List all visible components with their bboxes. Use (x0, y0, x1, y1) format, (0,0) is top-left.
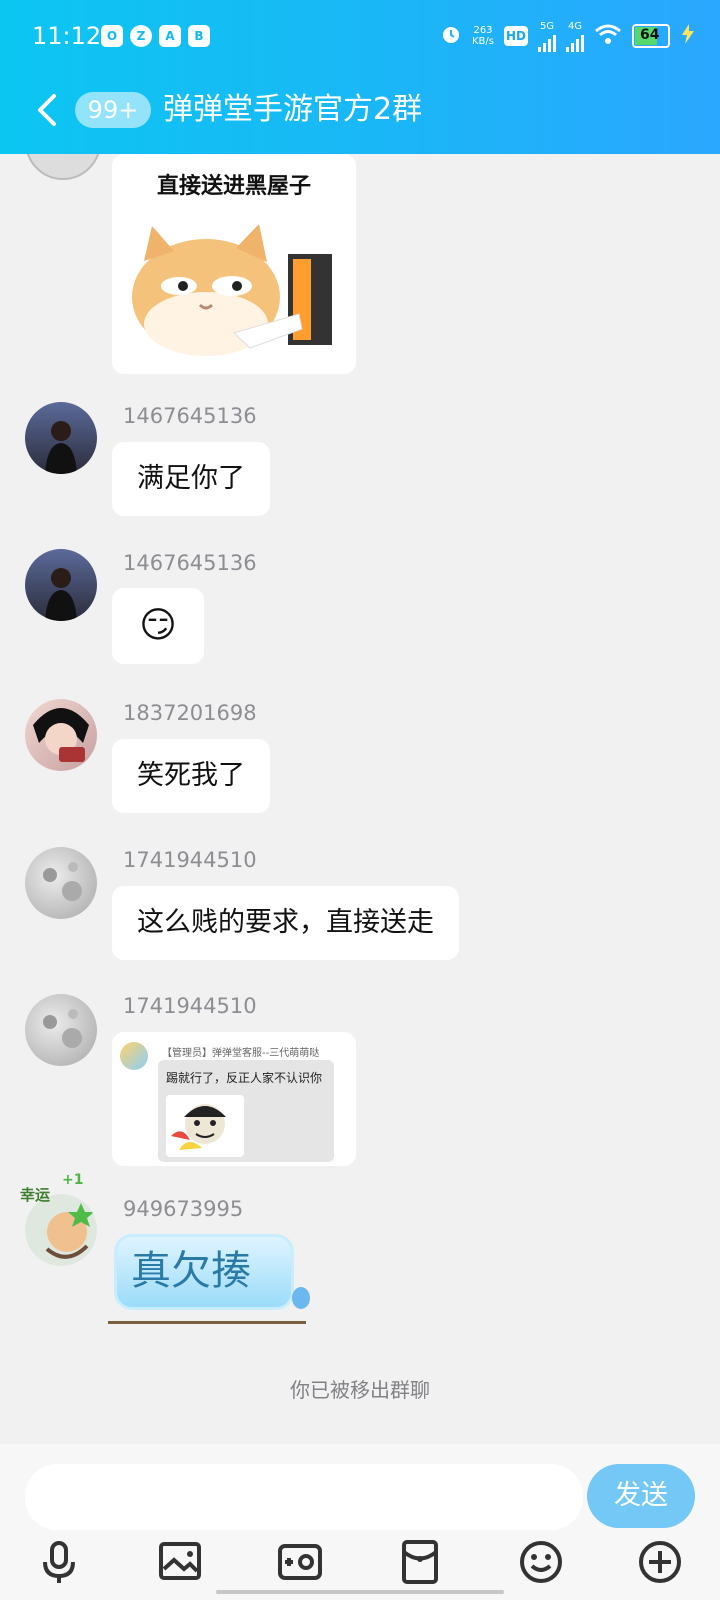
hd-icon: HD (504, 26, 528, 46)
message-input[interactable] (25, 1464, 583, 1530)
avatar[interactable] (25, 402, 97, 474)
admin-avatar (120, 1042, 148, 1070)
signal-bars-icon (538, 32, 556, 52)
alarm-icon (440, 23, 462, 49)
avatar[interactable] (25, 549, 97, 621)
bird-icon (292, 1287, 310, 1309)
message-sender: 1467645136 (123, 551, 257, 575)
avatar[interactable] (25, 154, 101, 180)
app-notification-icon: O (101, 25, 123, 47)
meme-face-image (166, 1095, 244, 1157)
text-message[interactable]: 满足你了 (112, 442, 270, 516)
cat-sticker-image (132, 224, 332, 356)
avatar[interactable] (25, 847, 97, 919)
battery-icon: 64 (632, 24, 670, 48)
avatar-label: 幸运 (20, 1186, 51, 1204)
network-speed: 263 KB/s (472, 25, 494, 47)
camera-button[interactable] (276, 1538, 324, 1586)
quote-card: 踢就行了，反正人家不认识你 (158, 1060, 334, 1162)
text-sticker-branch (108, 1321, 306, 1324)
back-button[interactable] (34, 92, 62, 128)
system-note: 你已被移出群聊 (290, 1378, 430, 1402)
text-message[interactable]: 这么贱的要求，直接送走 (112, 886, 459, 960)
message-sender: 949673995 (123, 1197, 244, 1221)
unread-badge[interactable]: 99+ (75, 92, 151, 128)
avatar-badge: +1 (62, 1172, 84, 1188)
app-notification-icon: B (188, 25, 210, 47)
status-bar: 11:12 O Z A B 263 KB/s HD 5G 4G 64 (0, 0, 720, 76)
signal-5g: 5G (538, 21, 556, 52)
chat-message-list[interactable]: 直接送进黑屋子 1467645136 满足你了 1467645136 😏 183… (0, 154, 720, 1444)
home-indicator[interactable] (216, 1590, 504, 1594)
emoji-icon (520, 1541, 562, 1583)
voice-button[interactable] (35, 1538, 83, 1586)
text-sticker-message[interactable]: 真欠揍 (108, 1234, 312, 1324)
input-bar: 发送 (0, 1444, 720, 1600)
image-button[interactable] (156, 1538, 204, 1586)
anime-avatar-image (33, 708, 89, 762)
back-icon (38, 94, 56, 126)
emoji-message[interactable]: 😏 (112, 588, 204, 664)
wifi-icon (594, 23, 622, 49)
more-options-button[interactable] (636, 1538, 684, 1586)
sticker-caption: 直接送进黑屋子 (156, 174, 311, 199)
status-time: 11:12 (32, 22, 102, 50)
plus-icon (639, 1541, 681, 1583)
quoted-image-message[interactable]: 【管理员】弹弹堂客服--三代萌萌哒 踢就行了，反正人家不认识你 (112, 1032, 356, 1166)
message-sender: 1741944510 (123, 848, 257, 872)
emoji-button[interactable] (517, 1538, 565, 1586)
send-button[interactable]: 发送 (587, 1464, 695, 1528)
quote-title: 【管理员】弹弹堂客服--三代萌萌哒 (162, 1048, 320, 1059)
person-avatar-image (45, 568, 77, 621)
group-title[interactable]: 弹弹堂手游官方2群 (163, 88, 422, 132)
red-packet-icon (402, 1540, 438, 1584)
charging-icon (680, 24, 696, 48)
signal-bars-icon (566, 32, 584, 52)
chat-header: 11:12 O Z A B 263 KB/s HD 5G 4G 64 99+ 弹… (0, 0, 720, 154)
moon-avatar-image (43, 862, 82, 901)
message-sender: 1741944510 (123, 994, 257, 1018)
image-icon (159, 1542, 201, 1580)
message-sender: 1467645136 (123, 404, 257, 428)
avatar[interactable] (25, 699, 97, 771)
red-packet-button[interactable] (396, 1538, 444, 1586)
app-notification-icon: Z (130, 25, 152, 47)
camera-icon (278, 1544, 322, 1580)
text-sticker-text: 真欠揍 (131, 1248, 251, 1294)
quote-text: 踢就行了，反正人家不认识你 (166, 1071, 323, 1085)
text-message[interactable]: 笑死我了 (112, 739, 270, 813)
message-sender: 1837201698 (123, 701, 257, 725)
sticker-message[interactable]: 直接送进黑屋子 (112, 154, 356, 374)
moon-avatar-image (43, 1009, 82, 1048)
signal-4g: 4G (566, 21, 584, 52)
person-avatar-image (45, 421, 77, 474)
status-indicators: 263 KB/s HD 5G 4G 64 (440, 18, 696, 54)
avatar[interactable] (25, 994, 97, 1066)
app-notification-icon: A (159, 25, 181, 47)
microphone-icon (43, 1541, 75, 1583)
